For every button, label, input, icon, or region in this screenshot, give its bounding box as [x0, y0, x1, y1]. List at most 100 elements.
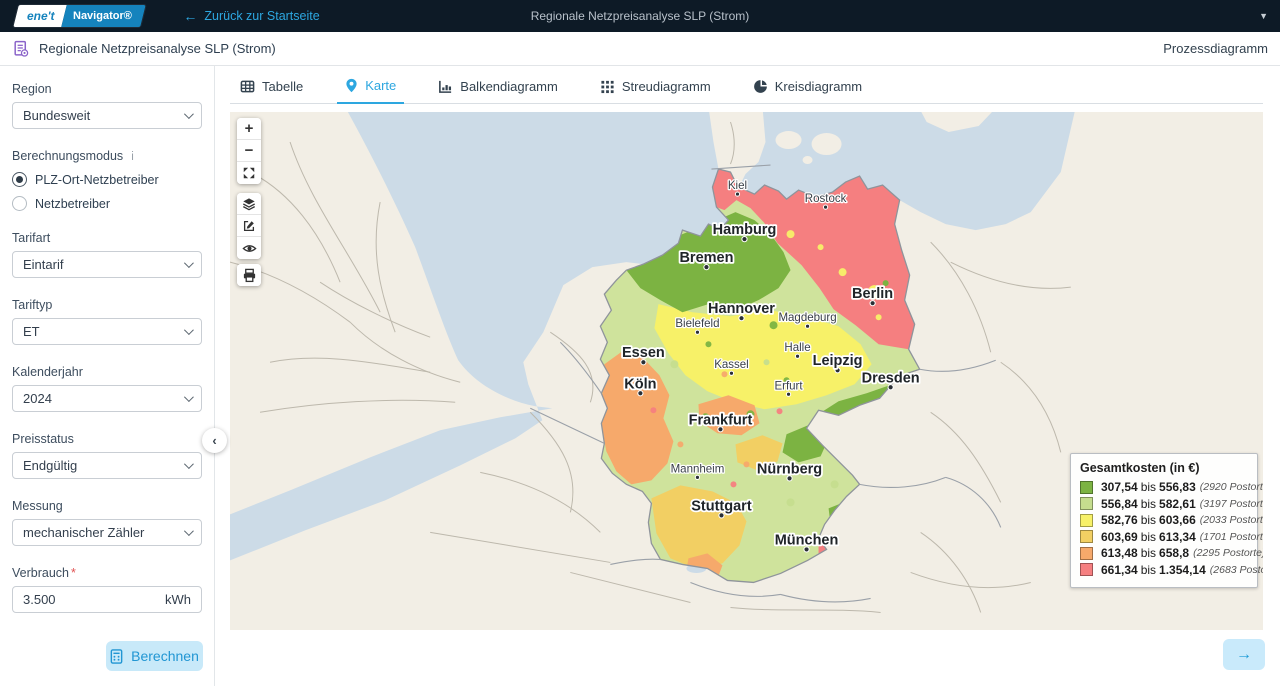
tab-tabelle[interactable]: Tabelle [232, 74, 311, 103]
chevron-down-icon [184, 459, 194, 469]
tab-kreisdiagramm[interactable]: Kreisdiagramm [745, 74, 870, 103]
berechnungsmodus-field: Berechnungsmodusi PLZ-Ort-Netzbetreiber … [12, 149, 202, 211]
tab-balkendiagramm[interactable]: Balkendiagramm [430, 74, 566, 103]
print-button[interactable] [237, 264, 261, 286]
preisstatus-select[interactable]: Endgültig [12, 452, 202, 479]
tariftyp-label: Tariftyp [12, 298, 202, 312]
radio-selected-icon [12, 172, 27, 187]
region-field: Region Bundesweit [12, 82, 202, 129]
process-diagram-link[interactable]: Prozessdiagramm [1163, 41, 1268, 56]
bar-chart-icon [438, 79, 453, 94]
city-label: Köln [624, 376, 656, 392]
page-header: Regionale Netzpreisanalyse SLP (Strom) P… [0, 32, 1280, 66]
main-panel: Tabelle Karte Balkendiagramm [216, 66, 1280, 686]
verbrauch-field: Verbrauch* 3.500 kWh [12, 566, 202, 613]
tariftyp-select[interactable]: ET [12, 318, 202, 345]
arrow-left-icon: ← [183, 8, 197, 24]
berechnen-button[interactable]: Berechnen [106, 641, 203, 671]
required-asterisk: * [71, 566, 76, 580]
chevron-down-icon [184, 109, 194, 119]
tarifart-field: Tarifart Eintarif [12, 231, 202, 278]
legend-swatch [1080, 563, 1093, 576]
chevron-down-icon [184, 392, 194, 402]
pie-chart-icon [753, 79, 768, 94]
radio-netzbetreiber[interactable]: Netzbetreiber [12, 196, 202, 211]
legend-item: 307,54bis556,83(2920 Postorte) [1080, 480, 1248, 494]
legend-swatch [1080, 514, 1093, 527]
city-label: München [775, 532, 839, 548]
messung-label: Messung [12, 499, 202, 513]
calculator-icon [110, 649, 123, 664]
city-label: Rostock [805, 193, 847, 205]
logo-enet: ene't [13, 5, 66, 27]
tab-label: Tabelle [262, 79, 303, 94]
city-label: Halle [784, 342, 810, 354]
kalenderjahr-value: 2024 [23, 391, 52, 406]
radio-label: PLZ-Ort-Netzbetreiber [35, 173, 159, 187]
city-marker-dot [786, 392, 790, 396]
city-label: Stuttgart [691, 498, 752, 514]
legend-swatch [1080, 497, 1093, 510]
preisstatus-field: Preisstatus Endgültig [12, 432, 202, 479]
messung-select[interactable]: mechanischer Zähler [12, 519, 202, 546]
city-marker-dot [823, 205, 827, 209]
tarifart-select[interactable]: Eintarif [12, 251, 202, 278]
zoom-in-button[interactable]: + [237, 118, 261, 140]
tab-label: Kreisdiagramm [775, 79, 862, 94]
kalenderjahr-select[interactable]: 2024 [12, 385, 202, 412]
tab-label: Balkendiagramm [460, 79, 558, 94]
back-link-label: Zurück zur Startseite [204, 9, 319, 23]
map-canvas[interactable]: KielRostockHamburgBremenBerlinHannoverMa… [230, 112, 1263, 630]
back-to-start-link[interactable]: ← Zurück zur Startseite [183, 8, 319, 24]
chevron-down-icon[interactable]: ▼ [1259, 11, 1268, 21]
info-icon[interactable]: i [131, 151, 134, 163]
legend-swatch [1080, 547, 1093, 560]
city-label: Hamburg [713, 222, 777, 238]
city-marker-dot [735, 192, 739, 196]
tariftyp-field: Tariftyp ET [12, 298, 202, 345]
region-value: Bundesweit [23, 108, 90, 123]
city-label: Bremen [679, 250, 733, 266]
draw-button[interactable] [237, 215, 261, 237]
city-label: Frankfurt [689, 412, 753, 428]
city-label: Magdeburg [778, 312, 836, 324]
zoom-out-button[interactable]: − [237, 140, 261, 162]
region-select[interactable]: Bundesweit [12, 102, 202, 129]
scatter-grid-icon [600, 79, 615, 94]
tarifart-label: Tarifart [12, 231, 202, 245]
berechnungsmodus-label: Berechnungsmodusi [12, 149, 202, 163]
messung-field: Messung mechanischer Zähler [12, 499, 202, 546]
filter-sidebar: Region Bundesweit Berechnungsmodusi PLZ-… [0, 66, 215, 686]
fullscreen-button[interactable] [237, 162, 261, 184]
city-marker-dot [695, 330, 699, 334]
radio-plz-ort-netzbetreiber[interactable]: PLZ-Ort-Netzbetreiber [12, 172, 202, 187]
berechnen-label: Berechnen [131, 648, 199, 664]
chevron-down-icon [184, 258, 194, 268]
layers-button[interactable] [237, 193, 261, 215]
next-page-button[interactable]: → [1223, 639, 1265, 670]
visibility-button[interactable] [237, 237, 261, 259]
city-marker-dot [795, 354, 799, 358]
top-bar: ene't Navigator® ← Zurück zur Startseite… [0, 0, 1280, 32]
chevron-down-icon [184, 325, 194, 335]
city-label: Leipzig [813, 353, 863, 369]
tab-streudiagramm[interactable]: Streudiagramm [592, 74, 719, 103]
tab-karte[interactable]: Karte [337, 74, 404, 104]
verbrauch-input[interactable]: 3.500 kWh [12, 586, 202, 613]
messung-value: mechanischer Zähler [23, 525, 144, 540]
map-pin-icon [345, 78, 358, 93]
tarifart-value: Eintarif [23, 257, 63, 272]
city-label: Nürnberg [757, 461, 822, 477]
sidebar-collapse-button[interactable]: ‹ [202, 428, 227, 453]
tariftyp-value: ET [23, 324, 40, 339]
city-label: Hannover [708, 301, 775, 317]
legend-title: Gesamtkosten (in €) [1080, 461, 1248, 475]
legend-swatch [1080, 530, 1093, 543]
legend-item: 556,84bis582,61(3197 Postorte) [1080, 497, 1248, 511]
city-label: Mannheim [671, 463, 725, 475]
city-label: Kiel [728, 180, 747, 192]
tab-label: Karte [365, 78, 396, 93]
city-label: Berlin [852, 286, 893, 302]
enet-navigator-logo[interactable]: ene't Navigator® [13, 5, 146, 27]
edit-pencil-icon [242, 219, 256, 233]
